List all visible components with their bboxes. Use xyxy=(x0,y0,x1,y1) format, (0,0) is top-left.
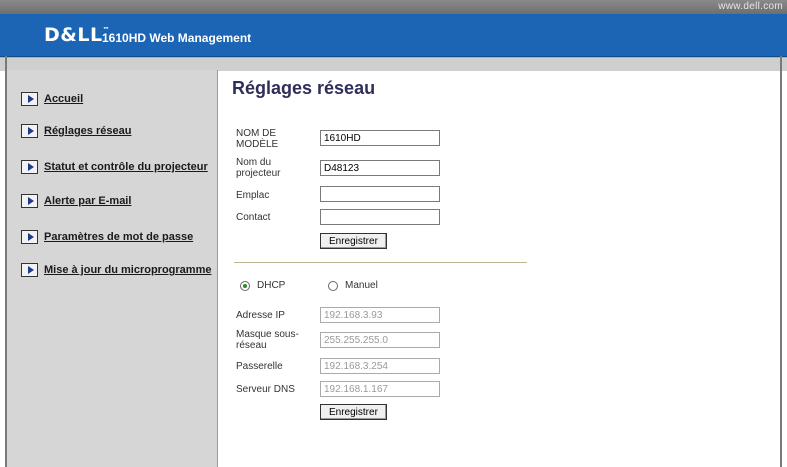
dhcp-radio[interactable]: DHCP xyxy=(240,280,285,291)
save-network-button[interactable]: Enregistrer xyxy=(320,404,387,420)
arrow-right-icon[interactable] xyxy=(21,92,38,106)
arrow-right-icon[interactable] xyxy=(21,263,38,277)
arrow-right-icon[interactable] xyxy=(21,160,38,174)
sidebar-item-label[interactable]: Accueil xyxy=(44,93,83,105)
app-title: 1610HD Web Management xyxy=(102,31,252,45)
subnet-mask-field xyxy=(320,332,440,348)
main-content: Réglages réseau NOM DEMODÈLE Nom duproje… xyxy=(218,70,780,467)
dns-server-field xyxy=(320,381,440,397)
location-field[interactable] xyxy=(320,186,440,202)
projector-name-label: Nom du projecteur xyxy=(236,157,281,179)
sidebar-item-label[interactable]: Paramètres de mot de passe xyxy=(44,231,193,243)
sidebar: Accueil Réglages réseau Statut et contrô… xyxy=(7,70,218,467)
dhcp-label: DHCP xyxy=(257,280,286,291)
arrow-right-icon[interactable] xyxy=(21,124,38,138)
sidebar-item-statut-controle[interactable]: Statut et contrôle du projecteur xyxy=(21,160,208,174)
dell-logo: D&LL™ xyxy=(44,24,111,46)
sidebar-item-microprogramme[interactable]: Mise à jour du microprogramme xyxy=(21,263,211,277)
radio-selected-icon[interactable] xyxy=(240,280,250,291)
model-name-field[interactable] xyxy=(320,130,440,146)
header-bar: D&LL™ 1610HD Web Management xyxy=(0,14,787,57)
sidebar-item-label[interactable]: Mise à jour du microprogramme xyxy=(44,264,211,276)
save-button[interactable]: Enregistrer xyxy=(320,233,387,249)
top-strip: www.dell.com xyxy=(0,0,787,14)
contact-field[interactable] xyxy=(320,209,440,225)
ip-address-field xyxy=(320,307,440,323)
subnet-mask-label: Masque sous-réseau xyxy=(236,329,299,351)
arrow-right-icon[interactable] xyxy=(21,194,38,208)
page-title: Réglages réseau xyxy=(232,78,376,98)
sidebar-item-alerte-email[interactable]: Alerte par E-mail xyxy=(21,194,131,208)
dns-server-label: Serveur DNS xyxy=(236,384,295,395)
projector-name-field[interactable] xyxy=(320,160,440,176)
manual-radio[interactable]: Manuel xyxy=(328,280,378,291)
location-label: Emplac xyxy=(236,190,270,201)
manual-label: Manuel xyxy=(345,280,378,291)
gateway-label: Passerelle xyxy=(236,361,283,372)
section-divider xyxy=(234,262,527,263)
sidebar-item-reglages-reseau[interactable]: Réglages réseau xyxy=(21,124,131,138)
sidebar-item-accueil[interactable]: Accueil xyxy=(21,92,83,106)
radio-unselected-icon[interactable] xyxy=(328,280,338,291)
ip-address-label: Adresse IP xyxy=(236,310,285,321)
sidebar-item-label[interactable]: Statut et contrôle du projecteur xyxy=(44,161,208,173)
right-border xyxy=(780,56,782,467)
contact-label: Contact xyxy=(236,212,271,223)
header-strip xyxy=(0,57,787,71)
gateway-field xyxy=(320,358,440,374)
site-url[interactable]: www.dell.com xyxy=(718,0,783,14)
sidebar-item-mot-de-passe[interactable]: Paramètres de mot de passe xyxy=(21,230,193,244)
model-name-label: NOM DE MODÈLE xyxy=(236,128,279,150)
sidebar-item-label[interactable]: Réglages réseau xyxy=(44,125,131,137)
arrow-right-icon[interactable] xyxy=(21,230,38,244)
sidebar-item-label[interactable]: Alerte par E-mail xyxy=(44,195,131,207)
